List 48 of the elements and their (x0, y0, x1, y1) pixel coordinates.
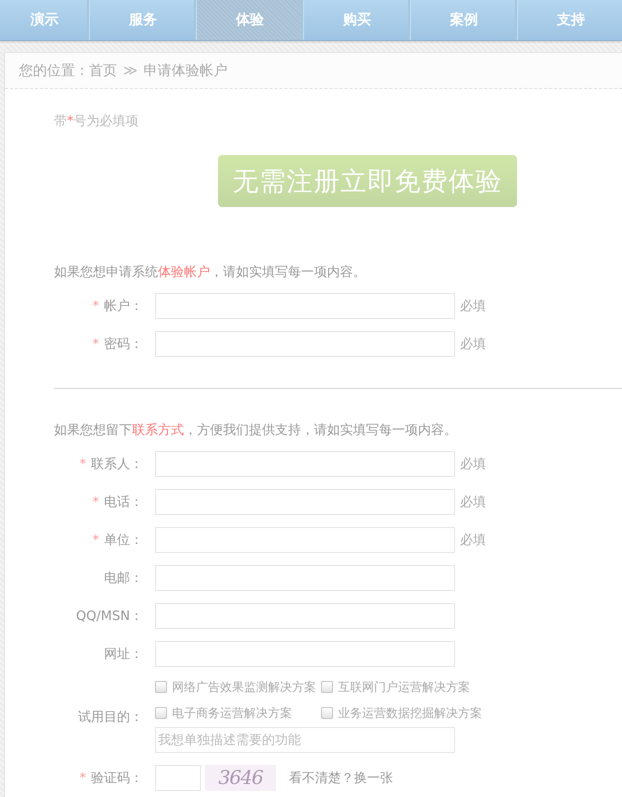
required-note: 必填 (460, 336, 486, 353)
required-note: 必填 (460, 298, 486, 315)
text-field[interactable] (155, 451, 455, 477)
checkbox-label: 电子商务运营解决方案 (172, 704, 292, 722)
field-label: * 密码： (92, 336, 143, 353)
breadcrumb-label: 您的位置： (19, 62, 89, 80)
field-label: * 帐户： (92, 298, 143, 315)
breadcrumb-separator: ≫ (123, 62, 138, 78)
text-field[interactable] (155, 565, 455, 591)
required-note: 必填 (460, 494, 486, 511)
breadcrumb-current: 申请体验帐户 (144, 62, 228, 80)
checkbox-label: 互联网门户运营解决方案 (338, 678, 470, 696)
nav-tab[interactable]: 案例 (411, 0, 518, 40)
refresh-captcha-link[interactable]: 看不清楚？换一张 (289, 769, 393, 787)
captcha-image: 3646 (205, 765, 276, 791)
required-notice: 带*号为必填项 (54, 114, 138, 130)
checkbox-label: 网络广告效果监测解决方案 (172, 678, 316, 696)
checkbox[interactable] (321, 681, 333, 693)
field-label: QQ/MSN： (76, 608, 143, 625)
checkbox[interactable] (321, 707, 333, 719)
text-field[interactable] (155, 527, 455, 553)
breadcrumb-link[interactable]: 首页 (89, 62, 117, 80)
nav-tab[interactable]: 演示 (0, 0, 90, 40)
field-label: 电邮： (104, 570, 143, 587)
text-field[interactable] (155, 489, 455, 515)
field-label: * 单位： (92, 532, 143, 549)
nav-tab[interactable]: 体验 (197, 0, 304, 40)
nav-tab[interactable]: 支持 (518, 0, 622, 40)
field-label: * 联系人： (80, 456, 143, 473)
purpose-detail-field[interactable]: 我想单独描述需要的功能 (155, 727, 455, 753)
text-field[interactable] (155, 603, 455, 629)
free-trial-button[interactable]: 无需注册立即免费体验 (218, 155, 517, 207)
field-label: 试用目的： (78, 708, 143, 726)
checkbox-label: 业务运营数据挖掘解决方案 (338, 704, 482, 722)
required-note: 必填 (460, 456, 486, 473)
section-intro: 如果您想留下联系方式，方便我们提供支持，请如实填写每一项内容。 (54, 423, 457, 439)
text-field[interactable] (155, 293, 455, 319)
text-field[interactable] (155, 331, 455, 357)
captcha-field[interactable] (155, 765, 201, 791)
checkbox[interactable] (155, 707, 167, 719)
section-intro: 如果您想申请系统体验帐户，请如实填写每一项内容。 (54, 265, 366, 281)
required-note: 必填 (460, 532, 486, 549)
field-label: * 电话： (92, 494, 143, 511)
checkbox[interactable] (155, 681, 167, 693)
field-label: 网址： (104, 646, 143, 663)
nav-tab[interactable]: 购买 (304, 0, 411, 40)
field-label: * 验证码： (80, 770, 143, 787)
text-field[interactable] (155, 641, 455, 667)
